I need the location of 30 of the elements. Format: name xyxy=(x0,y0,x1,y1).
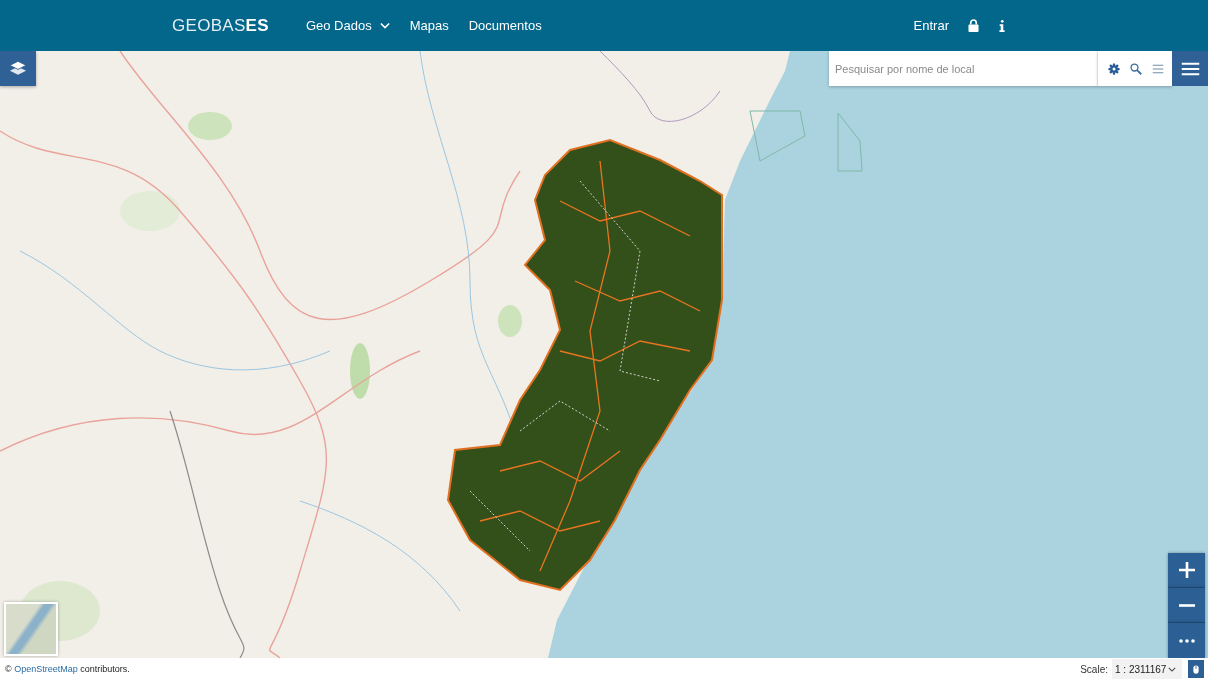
search-icon[interactable] xyxy=(1130,62,1142,75)
nav-link[interactable]: Mapas xyxy=(409,18,449,33)
info-icon[interactable] xyxy=(999,19,1005,32)
attribution-text: © OpenStreetMap contributors. xyxy=(5,664,130,674)
mouse-icon xyxy=(1193,664,1199,674)
zoom-in-button[interactable] xyxy=(1168,553,1205,588)
nav-link[interactable]: Documentos xyxy=(468,18,542,33)
ellipsis-icon xyxy=(1178,638,1195,643)
openstreetmap-link[interactable]: OpenStreetMap xyxy=(14,664,78,674)
more-options-button[interactable] xyxy=(1168,623,1205,658)
nav-dropdown[interactable]: Geo Dados xyxy=(305,18,390,33)
overview-map-thumbnail[interactable] xyxy=(4,602,58,656)
search-field[interactable]: Pesquisar por nome de local xyxy=(829,51,1098,86)
chevron-down-icon xyxy=(1168,666,1176,672)
minus-icon xyxy=(1178,603,1195,607)
scale-label: Scale: xyxy=(1080,663,1108,675)
layers-icon xyxy=(9,60,27,77)
map-drawing[interactable] xyxy=(0,51,1208,658)
lock-icon[interactable] xyxy=(968,19,979,32)
logo-text[interactable]: GEOBASES xyxy=(172,15,269,36)
login-link[interactable]: Entrar xyxy=(913,18,949,33)
scale-dropdown[interactable]: 1 : 2311167 xyxy=(1112,659,1182,679)
layers-button[interactable] xyxy=(0,51,36,86)
chevron-down-icon xyxy=(379,22,390,29)
settings-icon[interactable] xyxy=(1108,62,1120,75)
mouse-position-button[interactable] xyxy=(1188,660,1204,678)
zoom-out-button[interactable] xyxy=(1168,588,1205,623)
menu-icon xyxy=(1180,61,1200,76)
menu-button[interactable] xyxy=(1172,51,1208,86)
plus-icon xyxy=(1178,562,1195,578)
